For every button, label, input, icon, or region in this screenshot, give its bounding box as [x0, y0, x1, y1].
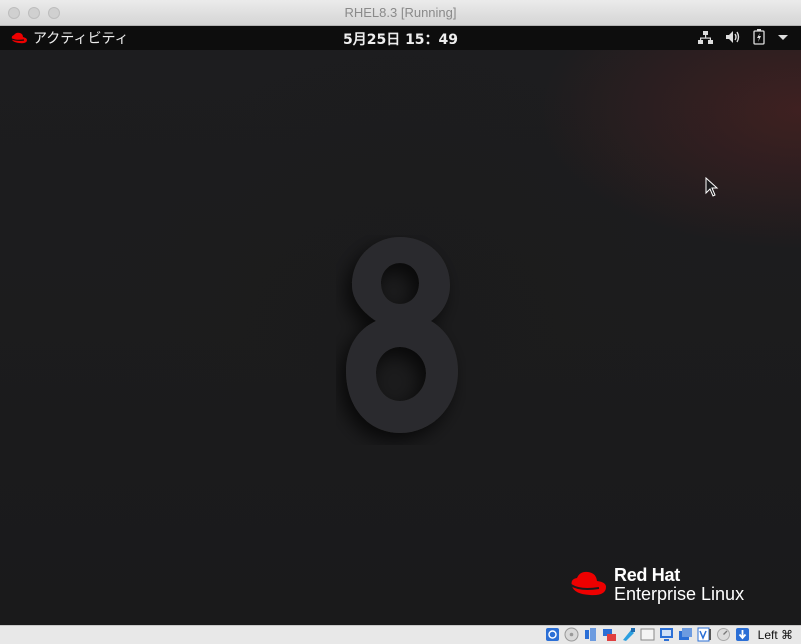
mouse-integration-icon[interactable]	[735, 627, 750, 642]
shared-folders-icon[interactable]	[640, 627, 655, 642]
display-icon[interactable]	[659, 627, 674, 642]
vm-display[interactable]: アクティビティ 5月25日 15：49 Red Hat Enterprise L…	[0, 26, 801, 625]
volume-icon[interactable]	[725, 30, 741, 44]
window-titlebar[interactable]: RHEL8.3 [Running]	[0, 0, 801, 26]
gnome-top-bar: アクティビティ 5月25日 15：49	[0, 26, 801, 50]
host-key-label[interactable]: Left ⌘	[758, 628, 793, 642]
rhel-8-wallpaper-glyph	[346, 237, 458, 433]
video-capture-icon[interactable]	[678, 627, 693, 642]
usb-icon[interactable]	[621, 627, 636, 642]
window-title: RHEL8.3 [Running]	[344, 5, 457, 20]
network-wired-icon[interactable]	[698, 30, 713, 45]
system-tray[interactable]	[698, 29, 789, 45]
hard-disk-icon[interactable]	[545, 627, 560, 642]
desktop-wallpaper: Red Hat Enterprise Linux	[0, 50, 801, 625]
recording-icon[interactable]	[697, 627, 712, 642]
audio-icon[interactable]	[583, 627, 598, 642]
network-icon[interactable]	[602, 627, 617, 642]
mouse-pointer-icon	[705, 177, 719, 197]
virtualbox-status-bar: Left ⌘	[0, 625, 801, 644]
cpu-icon[interactable]	[716, 627, 731, 642]
logo-brand-text: Red Hat	[614, 565, 680, 585]
logo-product-text: Enterprise Linux	[614, 583, 745, 604]
optical-drive-icon[interactable]	[564, 627, 579, 642]
battery-charging-icon[interactable]	[753, 29, 765, 45]
clock[interactable]: 5月25日 15：49	[0, 29, 801, 49]
redhat-logo: Red Hat Enterprise Linux	[568, 566, 744, 604]
system-menu-arrow-icon[interactable]	[777, 33, 789, 41]
redhat-hat-icon	[570, 571, 606, 595]
